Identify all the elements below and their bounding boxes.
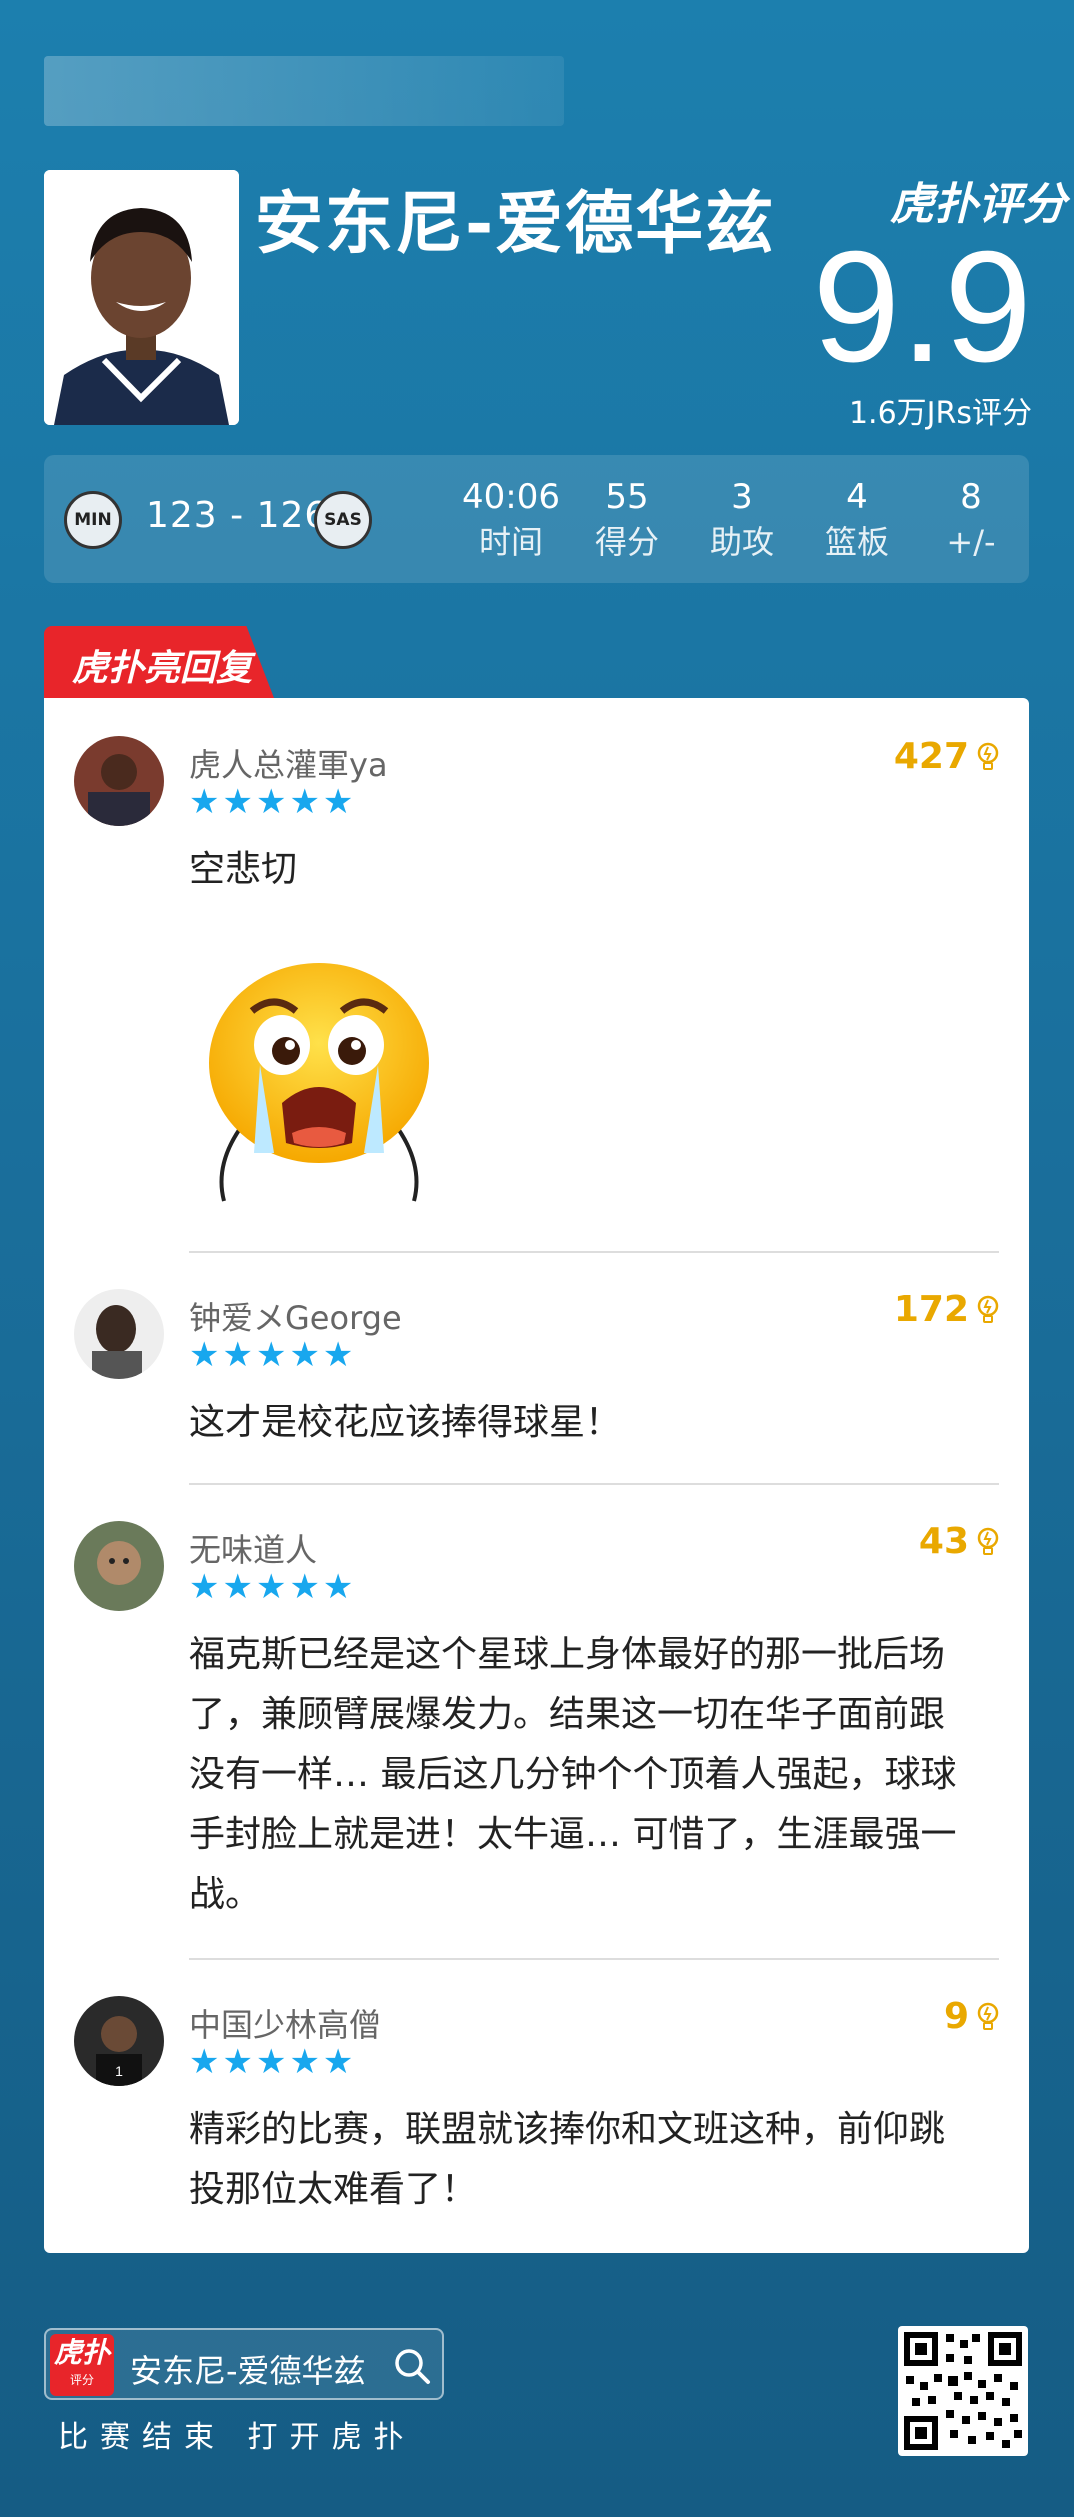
stat-time: 40:06 时间	[456, 475, 566, 565]
comment-text: 精彩的比赛，联盟就该捧你和文班这种，前仰跳投那位太难看了！	[189, 2109, 946, 2210]
stat-label: 得分	[594, 523, 659, 561]
like-count: 172	[893, 1289, 969, 1330]
like-count: 427	[893, 736, 969, 777]
stat-value: 8	[960, 477, 982, 517]
stat-value: 3	[731, 477, 753, 517]
star-rating: ★★★★★	[189, 782, 357, 822]
player-name: 安东尼-爱德华兹	[255, 185, 776, 264]
stat-plus-minus: 8 +/-	[916, 475, 1026, 565]
stat-label: 篮板	[824, 523, 889, 561]
star-rating: ★★★★★	[189, 1335, 357, 1375]
highlight-replies-tag: 虎扑亮回复	[44, 626, 274, 698]
lightbulb-icon	[977, 1295, 999, 1323]
username[interactable]: 中国少林高僧	[189, 2000, 381, 2046]
comment-text: 空悲切	[189, 849, 298, 890]
like-button[interactable]: 43	[919, 1521, 999, 1562]
home-team-logo: MIN	[64, 491, 122, 549]
stat-label: +/-	[946, 523, 996, 561]
star-rating: ★★★★★	[189, 2042, 357, 2082]
game-score: 123 - 126	[146, 495, 329, 536]
player-photo	[44, 170, 239, 425]
like-button[interactable]: 427	[894, 736, 999, 777]
user-avatar[interactable]	[74, 1521, 164, 1611]
qr-code	[898, 2326, 1028, 2456]
comment-item: 虎人总灌軍ya ★★★★★ 427 空悲切	[44, 698, 1029, 1253]
player-score: 9.9	[812, 219, 1032, 395]
stat-value: 4	[846, 477, 868, 517]
stat-assists: 3 助攻	[687, 475, 797, 565]
user-avatar[interactable]: 1	[74, 1996, 164, 2086]
username[interactable]: 虎人总灌軍ya	[189, 740, 388, 786]
stat-label: 时间	[478, 523, 543, 561]
comment-text: 福克斯已经是这个星球上身体最好的那一批后场了，兼顾臂展爆发力。结果这一切在华子面…	[189, 1634, 957, 1915]
comment-item: 1 中国少林高僧 ★★★★★ 9 精彩的比赛，联盟就该捧你和文班这种，前仰跳投那…	[44, 1958, 1029, 2248]
search-icon	[395, 2349, 430, 2384]
search-pill[interactable]: 虎扑 评分 安东尼-爱德华兹	[44, 2328, 444, 2400]
like-button[interactable]: 9	[944, 1996, 999, 2037]
app-icon-subtitle: 评分	[69, 2373, 94, 2387]
star-rating: ★★★★★	[189, 1567, 357, 1607]
comment-text: 这才是校花应该捧得球星！	[189, 1402, 622, 1443]
svg-text:1: 1	[115, 2063, 123, 2079]
hupu-app-icon: 虎扑 评分	[50, 2334, 114, 2396]
lightbulb-icon	[977, 1527, 999, 1555]
stat-rebounds: 4 篮板	[802, 475, 912, 565]
lightbulb-icon	[977, 2002, 999, 2030]
stat-value: 55	[605, 477, 649, 517]
rating-count: 1.6万JRs评分	[848, 396, 1032, 431]
like-button[interactable]: 172	[894, 1289, 999, 1330]
comment-item: 钟爱メGeorge ★★★★★ 172 这才是校花应该捧得球星！	[44, 1251, 1029, 1483]
game-stat-bar: MIN 123 - 126 SAS 40:06 时间 55 得分 3 助攻 4 …	[44, 455, 1029, 583]
like-count: 9	[943, 1996, 969, 2037]
stat-points: 55 得分	[572, 475, 682, 565]
comment-item: 无味道人 ★★★★★ 43 福克斯已经是这个星球上身体最好的那一批后场了，兼顾臂…	[44, 1483, 1029, 1958]
crying-face-icon	[204, 953, 434, 1217]
highlight-replies-label: 虎扑亮回复	[72, 648, 253, 689]
user-avatar[interactable]	[74, 1289, 164, 1379]
stat-label: 助攻	[709, 523, 774, 561]
lightbulb-icon	[977, 742, 999, 770]
blurred-header	[44, 56, 564, 126]
like-count: 43	[918, 1521, 969, 1562]
away-team-logo: SAS	[314, 491, 372, 549]
username[interactable]: 无味道人	[189, 1525, 317, 1571]
username[interactable]: 钟爱メGeorge	[189, 1293, 402, 1339]
search-text: 安东尼-爱德华兹	[130, 2352, 366, 2390]
comments-card: 虎人总灌軍ya ★★★★★ 427 空悲切 钟爱メGeorge ★★★★★ 17…	[44, 698, 1029, 2253]
user-avatar[interactable]	[74, 736, 164, 826]
open-app-cta[interactable]: 比赛结束 打开虎扑	[58, 2412, 416, 2456]
stat-value: 40:06	[462, 477, 560, 517]
app-icon-title: 虎扑	[53, 2336, 110, 2369]
